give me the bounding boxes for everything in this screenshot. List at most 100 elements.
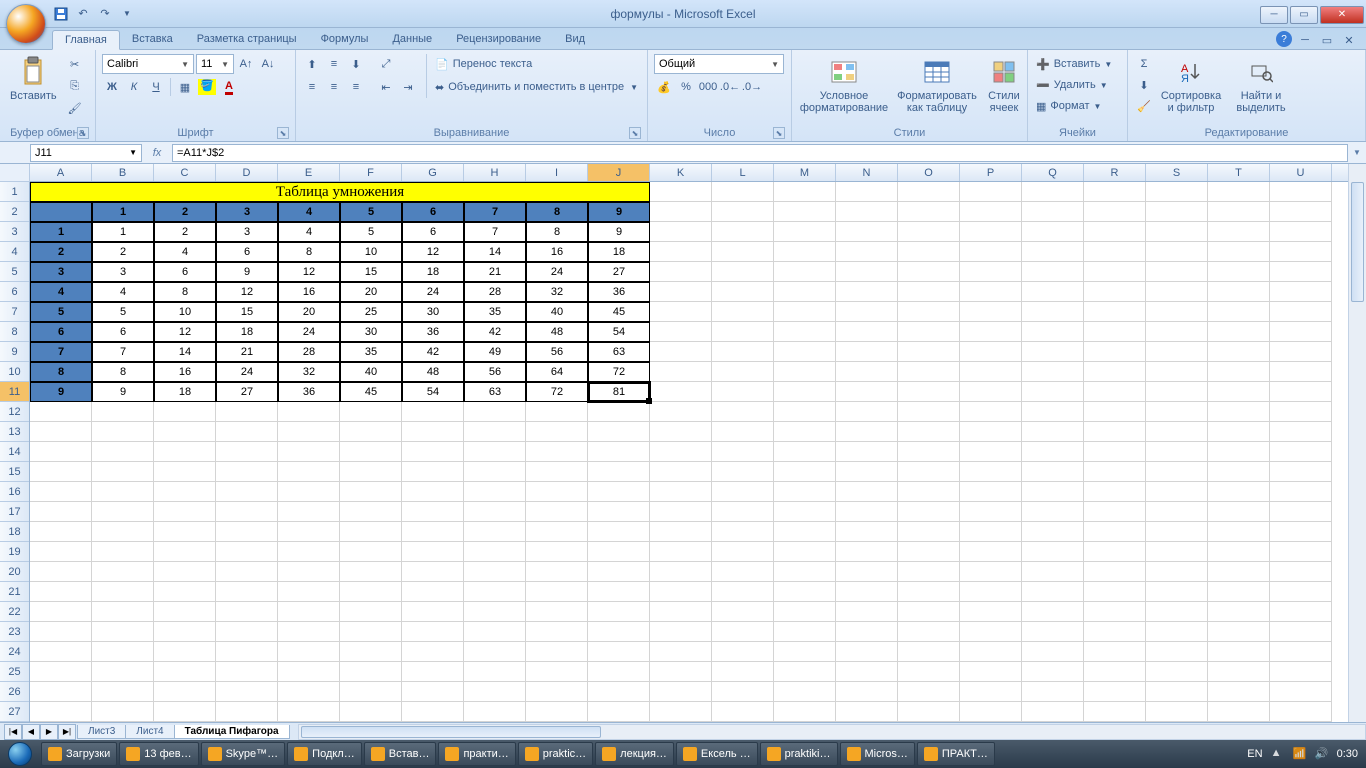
cell-I25[interactable] <box>526 662 588 682</box>
cell-B19[interactable] <box>92 542 154 562</box>
decrease-indent-icon[interactable]: ⇤ <box>376 77 396 97</box>
cut-icon[interactable]: ✂ <box>65 54 85 74</box>
cell-A13[interactable] <box>30 422 92 442</box>
cell-N27[interactable] <box>836 702 898 722</box>
wrap-text-button[interactable]: 📄Перенос текста <box>435 54 638 74</box>
cell-B10[interactable]: 8 <box>92 362 154 382</box>
cell-P13[interactable] <box>960 422 1022 442</box>
cell-F12[interactable] <box>340 402 402 422</box>
cell-K21[interactable] <box>650 582 712 602</box>
cell-O10[interactable] <box>898 362 960 382</box>
cell-D9[interactable]: 21 <box>216 342 278 362</box>
cell-R10[interactable] <box>1084 362 1146 382</box>
cell-D12[interactable] <box>216 402 278 422</box>
cell-B16[interactable] <box>92 482 154 502</box>
cell-R5[interactable] <box>1084 262 1146 282</box>
cell-G15[interactable] <box>402 462 464 482</box>
cell-B2[interactable]: 1 <box>92 202 154 222</box>
cell-O14[interactable] <box>898 442 960 462</box>
cell-H18[interactable] <box>464 522 526 542</box>
cell-B3[interactable]: 1 <box>92 222 154 242</box>
cell-O21[interactable] <box>898 582 960 602</box>
cell-D25[interactable] <box>216 662 278 682</box>
cell-J4[interactable]: 18 <box>588 242 650 262</box>
cell-E25[interactable] <box>278 662 340 682</box>
cell-G10[interactable]: 48 <box>402 362 464 382</box>
cell-L20[interactable] <box>712 562 774 582</box>
cell-A15[interactable] <box>30 462 92 482</box>
col-header-U[interactable]: U <box>1270 164 1332 181</box>
cell-K1[interactable] <box>650 182 712 202</box>
cell-H27[interactable] <box>464 702 526 722</box>
cell-K23[interactable] <box>650 622 712 642</box>
italic-button[interactable]: К <box>124 77 144 97</box>
cell-I12[interactable] <box>526 402 588 422</box>
cell-Q5[interactable] <box>1022 262 1084 282</box>
cell-Q1[interactable] <box>1022 182 1084 202</box>
cell-D8[interactable]: 18 <box>216 322 278 342</box>
cell-R13[interactable] <box>1084 422 1146 442</box>
tray-volume-icon[interactable]: 🔊 <box>1315 747 1329 761</box>
cell-S9[interactable] <box>1146 342 1208 362</box>
cell-S26[interactable] <box>1146 682 1208 702</box>
cell-A4[interactable]: 2 <box>30 242 92 262</box>
cell-F5[interactable]: 15 <box>340 262 402 282</box>
cell-E6[interactable]: 16 <box>278 282 340 302</box>
align-top-icon[interactable]: ⬆ <box>302 54 322 74</box>
cell-Q3[interactable] <box>1022 222 1084 242</box>
cell-D7[interactable]: 15 <box>216 302 278 322</box>
cell-C14[interactable] <box>154 442 216 462</box>
cell-P20[interactable] <box>960 562 1022 582</box>
cell-L14[interactable] <box>712 442 774 462</box>
cell-K12[interactable] <box>650 402 712 422</box>
cell-P4[interactable] <box>960 242 1022 262</box>
cell-B6[interactable]: 4 <box>92 282 154 302</box>
cell-P22[interactable] <box>960 602 1022 622</box>
cell-T26[interactable] <box>1208 682 1270 702</box>
vertical-scrollbar[interactable] <box>1348 164 1366 722</box>
cell-U14[interactable] <box>1270 442 1332 462</box>
cell-K18[interactable] <box>650 522 712 542</box>
cell-M3[interactable] <box>774 222 836 242</box>
cell-B9[interactable]: 7 <box>92 342 154 362</box>
minimize-ribbon-icon[interactable]: ─ <box>1296 31 1314 49</box>
cell-O27[interactable] <box>898 702 960 722</box>
cell-Q6[interactable] <box>1022 282 1084 302</box>
cell-M4[interactable] <box>774 242 836 262</box>
cell-U7[interactable] <box>1270 302 1332 322</box>
cell-K26[interactable] <box>650 682 712 702</box>
cell-J6[interactable]: 36 <box>588 282 650 302</box>
cell-K27[interactable] <box>650 702 712 722</box>
cell-K24[interactable] <box>650 642 712 662</box>
cell-A9[interactable]: 7 <box>30 342 92 362</box>
cell-E22[interactable] <box>278 602 340 622</box>
tray-network-icon[interactable]: 📶 <box>1293 747 1307 761</box>
cell-R24[interactable] <box>1084 642 1146 662</box>
cell-N6[interactable] <box>836 282 898 302</box>
cell-A6[interactable]: 4 <box>30 282 92 302</box>
taskbar-item-3[interactable]: Подкл… <box>287 742 362 766</box>
cell-H17[interactable] <box>464 502 526 522</box>
cell-B24[interactable] <box>92 642 154 662</box>
cell-K5[interactable] <box>650 262 712 282</box>
cell-C13[interactable] <box>154 422 216 442</box>
cell-H13[interactable] <box>464 422 526 442</box>
cell-K6[interactable] <box>650 282 712 302</box>
cell-O2[interactable] <box>898 202 960 222</box>
cell-E17[interactable] <box>278 502 340 522</box>
cell-J9[interactable]: 63 <box>588 342 650 362</box>
cell-G22[interactable] <box>402 602 464 622</box>
cell-M15[interactable] <box>774 462 836 482</box>
cell-A7[interactable]: 5 <box>30 302 92 322</box>
tab-Данные[interactable]: Данные <box>380 30 444 49</box>
cell-A14[interactable] <box>30 442 92 462</box>
cell-C18[interactable] <box>154 522 216 542</box>
cell-G2[interactable]: 6 <box>402 202 464 222</box>
cell-N7[interactable] <box>836 302 898 322</box>
col-header-S[interactable]: S <box>1146 164 1208 181</box>
cell-T2[interactable] <box>1208 202 1270 222</box>
cell-Q21[interactable] <box>1022 582 1084 602</box>
cell-F24[interactable] <box>340 642 402 662</box>
cell-F16[interactable] <box>340 482 402 502</box>
cell-U3[interactable] <box>1270 222 1332 242</box>
